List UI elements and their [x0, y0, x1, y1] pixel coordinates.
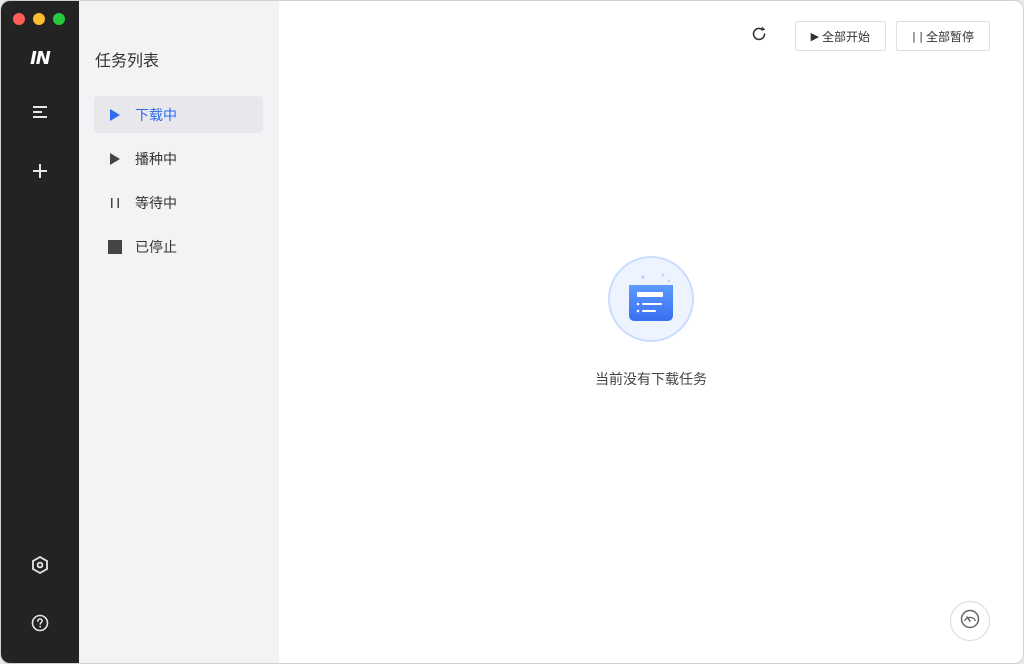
play-icon: [108, 108, 122, 122]
app-logo: IN: [30, 48, 51, 69]
minimize-window-button[interactable]: [33, 13, 45, 25]
pause-all-label: 全部暂停: [925, 29, 974, 44]
menu-item-label: 等待中: [135, 195, 177, 212]
sidebar-title: 任务列表: [95, 51, 160, 70]
list-icon: [31, 104, 49, 124]
refresh-button[interactable]: [743, 20, 775, 52]
menu-item-waiting[interactable]: 等待中: [94, 184, 263, 221]
plus-icon: [31, 162, 49, 184]
menu-item-label: 下载中: [135, 107, 177, 124]
settings-hexagon-icon: [30, 555, 50, 579]
menu-item-label: 播种中: [135, 151, 177, 168]
task-list-button[interactable]: [20, 94, 60, 134]
task-filter-menu: 下载中 播种中 等待中 已停止: [94, 96, 263, 272]
pause-icon: | |: [912, 29, 923, 43]
add-task-button[interactable]: [20, 153, 60, 193]
stop-icon: [108, 239, 122, 254]
task-sidebar: 任务列表 下载中 播种中 等待中 已停止: [79, 1, 279, 663]
start-all-label: 全部开始: [822, 29, 871, 44]
close-window-button[interactable]: [13, 13, 25, 25]
start-all-button[interactable]: ▶ 全部开始: [794, 21, 887, 51]
maximize-window-button[interactable]: [53, 13, 65, 25]
refresh-icon: [750, 25, 768, 47]
menu-item-stopped[interactable]: 已停止: [94, 228, 263, 265]
settings-button[interactable]: [20, 547, 60, 587]
nav-rail: IN: [1, 1, 79, 663]
speedometer-button[interactable]: [950, 601, 990, 641]
pause-icon: [108, 196, 122, 210]
speedometer-icon: [959, 608, 981, 634]
help-circle-icon: [30, 613, 50, 637]
empty-state: 当前没有下载任务: [279, 256, 1023, 389]
menu-item-seeding[interactable]: 播种中: [94, 140, 263, 177]
empty-task-icon: [608, 256, 694, 342]
window-controls: [13, 13, 65, 25]
help-button[interactable]: [20, 605, 60, 645]
play-icon: [108, 152, 122, 166]
menu-item-downloading[interactable]: 下载中: [94, 96, 263, 133]
menu-item-label: 已停止: [135, 239, 177, 256]
pause-all-button[interactable]: | | 全部暂停: [896, 21, 990, 51]
play-icon: ▶: [810, 29, 820, 43]
app-window: IN 任务列表 下载中 播种中 等待中 已停止 ▶ 全部开始 | | 全部暂停 …: [0, 0, 1024, 664]
empty-state-text: 当前没有下载任务: [595, 372, 707, 388]
toolbar: ▶ 全部开始 | | 全部暂停: [743, 20, 990, 52]
main-panel: ▶ 全部开始 | | 全部暂停 当前没有下载任务: [279, 1, 1023, 663]
